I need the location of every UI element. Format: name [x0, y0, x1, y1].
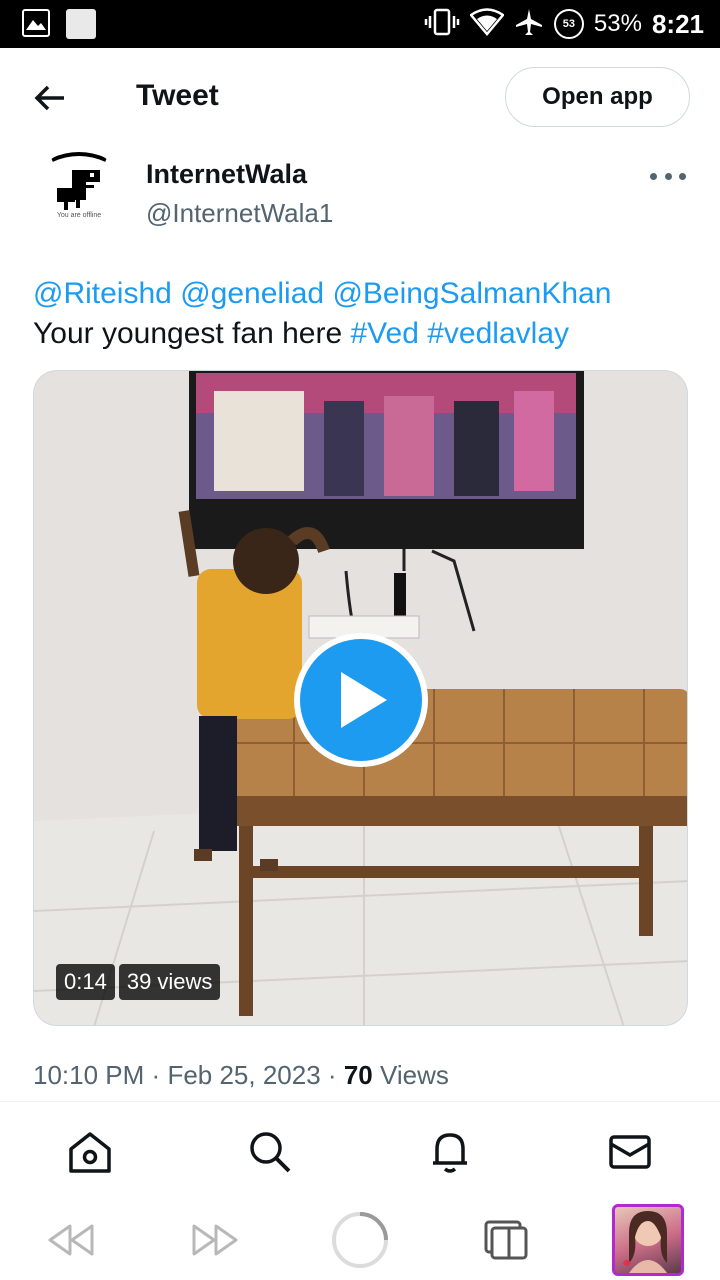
more-dot-icon: [679, 172, 686, 180]
avatar[interactable]: You are offline: [32, 150, 126, 244]
hashtag-link[interactable]: #vedlavlay: [427, 317, 569, 350]
header: Tweet Open app: [0, 48, 720, 148]
wifi-icon: [469, 7, 505, 41]
meta-separator: ·: [327, 1060, 337, 1090]
airplane-icon: [514, 7, 544, 42]
mention-link[interactable]: @Riteishd: [33, 277, 172, 310]
tweet-body: Your youngest fan here: [33, 317, 343, 350]
hashtag-link[interactable]: #Ved: [350, 317, 418, 350]
author-name[interactable]: InternetWala: [146, 159, 307, 190]
vibrate-icon: [424, 8, 460, 41]
mention-link[interactable]: @BeingSalmanKhan: [332, 277, 611, 310]
tweet-date: Feb 25, 2023: [167, 1060, 321, 1090]
profile-photo-icon: [623, 1211, 667, 1273]
more-options-button[interactable]: [650, 164, 686, 188]
play-icon: [341, 672, 387, 728]
views-count: 70: [343, 1060, 373, 1090]
open-app-button[interactable]: Open app: [505, 67, 690, 127]
play-button[interactable]: [294, 633, 428, 767]
search-icon[interactable]: [246, 1128, 294, 1176]
tab-thumbnail[interactable]: [612, 1204, 684, 1276]
video-views: 39 views: [118, 964, 221, 1000]
gallery-icon: [22, 9, 50, 37]
tabs-icon[interactable]: [476, 1210, 536, 1270]
video-duration: 0:14: [56, 964, 115, 1000]
battery-percent: 53%: [593, 10, 642, 37]
more-dot-icon: [650, 172, 657, 180]
notification-icon: [66, 9, 96, 39]
browser-toolbar: [0, 1200, 720, 1280]
clock: 8:21: [651, 8, 704, 39]
status-bar: 53 53% 8:21: [0, 0, 720, 48]
battery-circle-icon: 53: [553, 9, 584, 39]
views-label: Views: [379, 1060, 449, 1090]
more-dot-icon: [664, 172, 672, 180]
bottom-nav: [0, 1102, 720, 1200]
mail-icon[interactable]: [606, 1128, 654, 1176]
bell-icon[interactable]: [426, 1128, 474, 1176]
video-player[interactable]: 0:14 39 views: [33, 370, 688, 1026]
back-button[interactable]: [28, 76, 72, 120]
tweet-text: @Riteishd @geneliad @BeingSalmanKhan You…: [33, 274, 693, 354]
loading-icon[interactable]: [330, 1210, 390, 1270]
dinosaur-icon: [51, 152, 107, 210]
back-icon[interactable]: [40, 1210, 100, 1270]
mention-link[interactable]: @geneliad: [180, 277, 324, 310]
author-handle[interactable]: @InternetWala1: [146, 198, 333, 229]
tweet-meta: 10:10 PM · Feb 25, 2023 · 70 Views: [33, 1060, 449, 1091]
home-icon[interactable]: [66, 1128, 114, 1176]
back-arrow-icon: [34, 85, 64, 111]
meta-separator: ·: [151, 1060, 161, 1090]
avatar-caption: You are offline: [56, 212, 102, 219]
page-title: Tweet: [136, 79, 219, 112]
tweet-time: 10:10 PM: [33, 1060, 145, 1090]
forward-icon[interactable]: [186, 1210, 246, 1270]
